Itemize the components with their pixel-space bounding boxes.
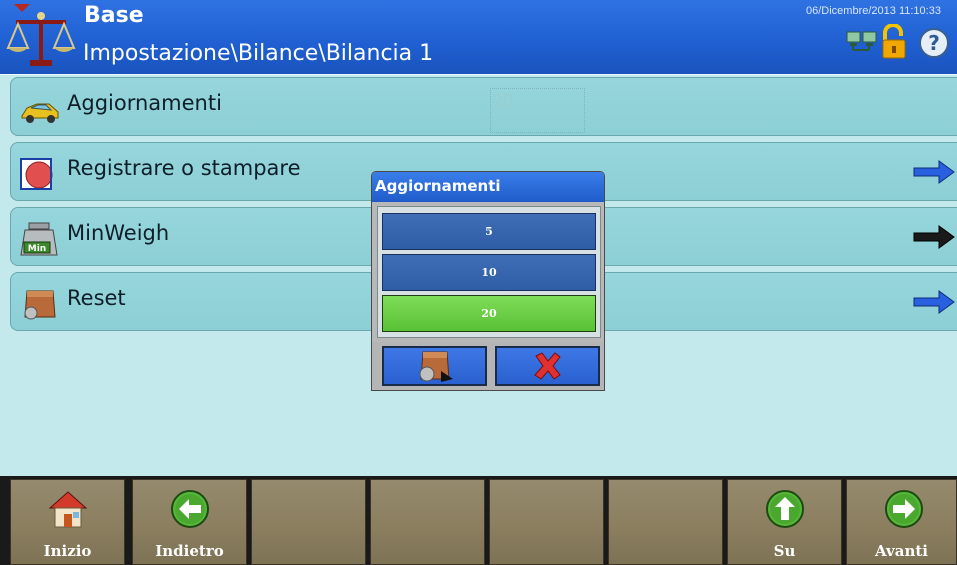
menu-item-label: MinWeigh <box>67 221 170 245</box>
minweigh-icon: Min <box>20 222 58 256</box>
menu-item-label: Aggiornamenti <box>67 91 222 115</box>
cancel-button[interactable] <box>495 346 600 386</box>
help-icon[interactable]: ? <box>918 27 950 59</box>
current-value: 20 <box>493 91 514 111</box>
home-icon <box>48 491 88 528</box>
datetime-label: 06/Dicembre/2013 11:10:33 <box>806 5 941 17</box>
menu-item-aggiornamenti[interactable]: Aggiornamenti 20 <box>10 77 957 136</box>
forward-arrow-icon <box>885 490 923 528</box>
up-arrow-icon <box>766 490 804 528</box>
back-label: Indietro <box>155 542 224 560</box>
bottom-toolbar: Inizio Indietro Su Avanti <box>0 476 957 565</box>
empty-softkey-6[interactable] <box>608 479 723 565</box>
dialog-button-bar <box>372 342 604 390</box>
selection-dialog: Aggiornamenti 5 10 20 <box>371 171 605 391</box>
app-title: Base <box>84 3 144 28</box>
right-arrow-blue-icon[interactable] <box>913 160 955 184</box>
home-button[interactable]: Inizio <box>10 479 125 565</box>
right-arrow-black-icon[interactable] <box>913 225 955 249</box>
empty-softkey-4[interactable] <box>370 479 485 565</box>
car-icon <box>21 103 59 123</box>
empty-softkey-5[interactable] <box>489 479 604 565</box>
scale-logo-icon <box>6 4 76 66</box>
title-bar: Base Impostazione\Bilance\Bilancia 1 06/… <box>0 0 957 74</box>
network-icon <box>846 31 877 51</box>
dialog-title-bar: Aggiornamenti <box>372 172 604 202</box>
svg-text:?: ? <box>928 31 940 55</box>
forward-button[interactable]: Avanti <box>846 479 957 565</box>
lock-icon[interactable] <box>879 24 909 60</box>
back-button[interactable]: Indietro <box>132 479 247 565</box>
cancel-x-icon <box>533 352 561 380</box>
empty-softkey-3[interactable] <box>251 479 366 565</box>
menu-item-label: Reset <box>67 286 126 310</box>
menu-item-label: Registrare o stampare <box>67 156 301 180</box>
confirm-button[interactable] <box>382 346 487 386</box>
back-arrow-icon <box>171 490 209 528</box>
home-label: Inizio <box>43 542 92 560</box>
record-print-icon <box>20 158 53 190</box>
option-20-selected[interactable]: 20 <box>382 295 596 332</box>
right-arrow-blue-icon[interactable] <box>913 290 955 314</box>
options-list: 5 10 20 <box>377 206 601 338</box>
up-label: Su <box>773 542 796 560</box>
confirm-reset-icon <box>419 351 453 382</box>
dialog-title: Aggiornamenti <box>375 177 501 195</box>
reset-box-icon <box>24 290 56 320</box>
option-5[interactable]: 5 <box>382 213 596 250</box>
breadcrumb: Impostazione\Bilance\Bilancia 1 <box>83 41 434 66</box>
up-button[interactable]: Su <box>727 479 842 565</box>
option-10[interactable]: 10 <box>382 254 596 291</box>
forward-label: Avanti <box>875 542 928 560</box>
svg-text:Min: Min <box>28 244 46 254</box>
